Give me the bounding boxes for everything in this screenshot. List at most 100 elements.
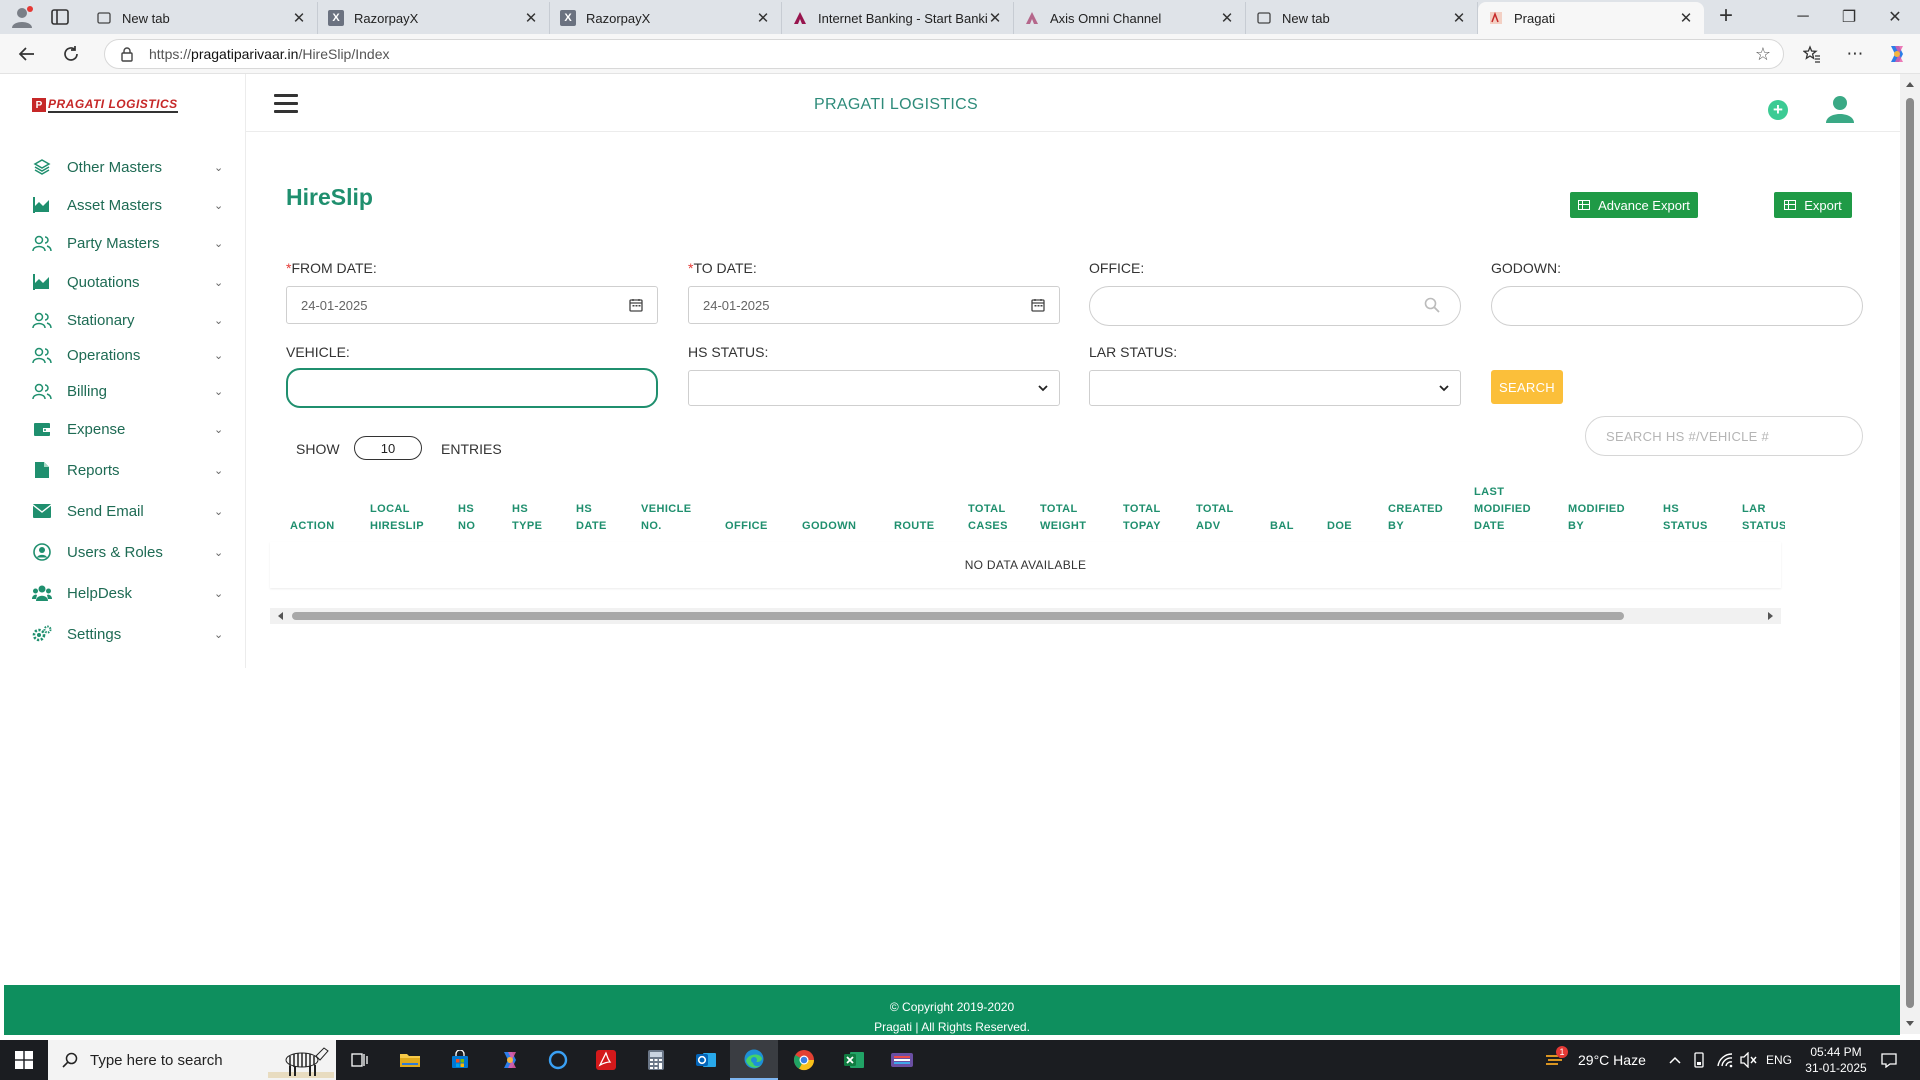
column-header[interactable]: LOCAL HIRESLIP bbox=[370, 501, 424, 535]
column-header[interactable]: TOTAL ADV bbox=[1196, 501, 1234, 535]
page-vertical-scrollbar[interactable] bbox=[1900, 74, 1920, 1034]
task-view-icon[interactable] bbox=[336, 1040, 384, 1080]
reload-button[interactable] bbox=[56, 40, 86, 68]
weather-widget[interactable]: 1 29°C Haze bbox=[1544, 1040, 1646, 1080]
favorites-icon[interactable] bbox=[1799, 42, 1825, 66]
search-button[interactable]: SEARCH bbox=[1491, 370, 1563, 404]
url-bar[interactable]: https://pragatiparivaar.in/HireSlip/Inde… bbox=[104, 39, 1784, 69]
new-tab-button[interactable]: + bbox=[1712, 3, 1740, 31]
microsoft-store-icon[interactable] bbox=[436, 1040, 484, 1080]
minimize-button[interactable]: ─ bbox=[1780, 0, 1826, 34]
column-header[interactable]: TOTAL WEIGHT bbox=[1040, 501, 1086, 535]
sidebar-item-reports[interactable]: Reports ⌄ bbox=[32, 456, 226, 484]
column-header[interactable]: ROUTE bbox=[894, 518, 935, 535]
close-window-button[interactable]: ✕ bbox=[1872, 0, 1918, 34]
column-header[interactable]: VEHICLE NO. bbox=[641, 501, 691, 535]
close-icon[interactable]: ✕ bbox=[291, 9, 307, 27]
browser-tab[interactable]: New tab ✕ bbox=[86, 2, 318, 34]
advance-export-button[interactable]: Advance Export bbox=[1570, 192, 1698, 218]
close-icon[interactable]: ✕ bbox=[1451, 9, 1467, 27]
sidebar-item-other-masters[interactable]: Other Masters ⌄ bbox=[32, 153, 226, 181]
scroll-down-arrow-icon[interactable] bbox=[1906, 1021, 1914, 1026]
sidebar-item-helpdesk[interactable]: HelpDesk ⌄ bbox=[32, 579, 226, 607]
sidebar-item-billing[interactable]: Billing ⌄ bbox=[32, 377, 226, 405]
user-avatar-icon[interactable] bbox=[1824, 94, 1856, 124]
app-logo[interactable]: P PRAGATI LOGISTICS bbox=[32, 96, 184, 114]
sidebar-item-settings[interactable]: Settings ⌄ bbox=[32, 620, 226, 648]
browser-tab[interactable]: X RazorpayX ✕ bbox=[550, 2, 782, 34]
add-plus-icon[interactable]: + bbox=[1768, 100, 1788, 120]
close-icon[interactable]: ✕ bbox=[1678, 9, 1694, 27]
copilot-icon[interactable] bbox=[1884, 42, 1910, 66]
column-header[interactable]: BAL bbox=[1270, 518, 1294, 535]
export-button[interactable]: Export bbox=[1774, 192, 1852, 218]
column-header[interactable]: HS DATE bbox=[576, 501, 607, 535]
lock-icon[interactable] bbox=[119, 46, 135, 62]
sidebar-item-operations[interactable]: Operations ⌄ bbox=[32, 341, 226, 369]
table-horizontal-scrollbar[interactable] bbox=[270, 608, 1781, 624]
column-header[interactable]: TOTAL CASES bbox=[968, 501, 1008, 535]
search-icon[interactable] bbox=[1424, 297, 1440, 313]
column-header[interactable]: LAST MODIFIED DATE bbox=[1474, 484, 1531, 535]
to-date-input[interactable]: 24-01-2025 bbox=[688, 286, 1060, 324]
chrome-icon[interactable] bbox=[780, 1040, 828, 1080]
system-clock[interactable]: 05:44 PM 31-01-2025 bbox=[1798, 1044, 1874, 1076]
close-icon[interactable]: ✕ bbox=[755, 9, 771, 27]
file-explorer-icon[interactable] bbox=[386, 1040, 434, 1080]
scrollbar-thumb[interactable] bbox=[1906, 98, 1914, 1008]
browser-tab-active[interactable]: Pragati ✕ bbox=[1478, 2, 1704, 34]
calendar-icon[interactable] bbox=[1031, 298, 1045, 312]
close-icon[interactable]: ✕ bbox=[987, 9, 1003, 27]
cortana-icon[interactable] bbox=[534, 1040, 582, 1080]
notification-center-icon[interactable] bbox=[1880, 1040, 1898, 1080]
entries-count-input[interactable]: 10 bbox=[354, 436, 422, 460]
sidebar-item-send-email[interactable]: Send Email ⌄ bbox=[32, 497, 226, 525]
office-input[interactable] bbox=[1089, 286, 1461, 326]
outlook-icon[interactable] bbox=[682, 1040, 730, 1080]
browser-tab[interactable]: Axis Omni Channel ✕ bbox=[1014, 2, 1246, 34]
column-header[interactable]: LAR STATUS bbox=[1742, 501, 1785, 535]
column-header[interactable]: HS STATUS bbox=[1663, 501, 1708, 535]
from-date-input[interactable]: 24-01-2025 bbox=[286, 286, 658, 324]
sidebar-item-quotations[interactable]: Quotations ⌄ bbox=[32, 268, 226, 296]
show-hidden-icons[interactable] bbox=[1668, 1040, 1682, 1080]
taskbar-search[interactable]: Type here to search bbox=[48, 1040, 336, 1080]
sidebar-item-party-masters[interactable]: Party Masters ⌄ bbox=[32, 229, 226, 257]
profile-icon[interactable] bbox=[8, 4, 36, 30]
app-generic-icon[interactable] bbox=[878, 1040, 926, 1080]
vehicle-input[interactable] bbox=[286, 368, 658, 408]
lar-status-select[interactable] bbox=[1089, 370, 1461, 406]
start-button[interactable] bbox=[0, 1040, 48, 1080]
scroll-left-arrow-icon[interactable] bbox=[278, 612, 283, 620]
calculator-icon[interactable] bbox=[632, 1040, 680, 1080]
scroll-up-arrow-icon[interactable] bbox=[1906, 82, 1914, 87]
sidebar-item-expense[interactable]: Expense ⌄ bbox=[32, 415, 226, 443]
favorite-star-icon[interactable]: ☆ bbox=[1755, 44, 1771, 65]
acrobat-reader-icon[interactable] bbox=[582, 1040, 630, 1080]
sidebar-item-stationary[interactable]: Stationary ⌄ bbox=[32, 306, 226, 334]
column-header[interactable]: MODIFIED BY bbox=[1568, 501, 1625, 535]
copilot-icon[interactable] bbox=[486, 1040, 534, 1080]
back-button[interactable] bbox=[12, 40, 42, 68]
column-header[interactable]: ACTION bbox=[290, 518, 335, 535]
scroll-right-arrow-icon[interactable] bbox=[1768, 612, 1773, 620]
volume-muted-icon[interactable] bbox=[1740, 1040, 1758, 1080]
device-icon[interactable] bbox=[1692, 1040, 1706, 1080]
browser-tab[interactable]: Internet Banking - Start Banking ✕ bbox=[782, 2, 1014, 34]
restore-button[interactable]: ❐ bbox=[1826, 0, 1872, 34]
column-header[interactable]: CREATED BY bbox=[1388, 501, 1443, 535]
column-header[interactable]: DOE bbox=[1327, 518, 1352, 535]
sidebar-item-users-roles[interactable]: Users & Roles ⌄ bbox=[32, 538, 226, 566]
browser-tab[interactable]: New tab ✕ bbox=[1246, 2, 1478, 34]
close-icon[interactable]: ✕ bbox=[1219, 9, 1235, 27]
language-indicator[interactable]: ENG bbox=[1766, 1040, 1792, 1080]
more-options-icon[interactable]: ⋯ bbox=[1842, 42, 1868, 66]
column-header[interactable]: OFFICE bbox=[725, 518, 768, 535]
column-header[interactable]: HS TYPE bbox=[512, 501, 542, 535]
calendar-icon[interactable] bbox=[629, 298, 643, 312]
table-search-input[interactable]: SEARCH HS #/VEHICLE # bbox=[1585, 416, 1863, 456]
sidebar-item-asset-masters[interactable]: Asset Masters ⌄ bbox=[32, 191, 226, 219]
hs-status-select[interactable] bbox=[688, 370, 1060, 406]
edge-browser-icon[interactable] bbox=[730, 1040, 778, 1080]
column-header[interactable]: HS NO bbox=[458, 501, 475, 535]
